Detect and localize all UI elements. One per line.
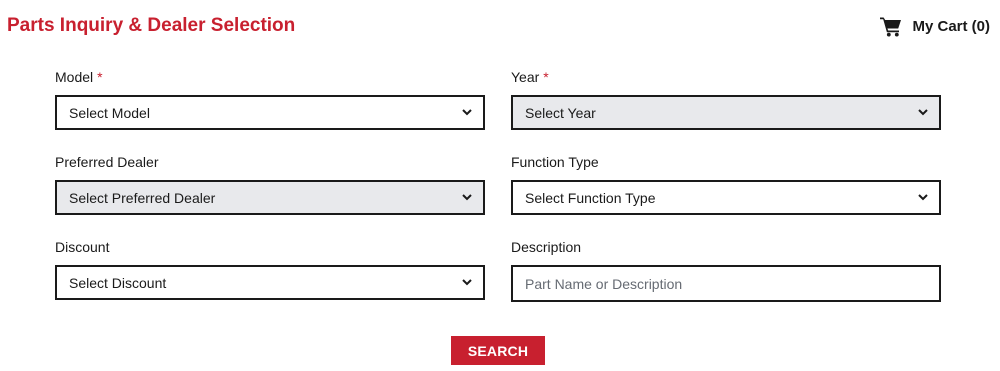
chevron-down-icon xyxy=(462,279,472,286)
search-button[interactable]: SEARCH xyxy=(451,336,545,365)
discount-label: Discount xyxy=(55,239,110,255)
function-type-select[interactable]: Select Function Type xyxy=(511,180,941,215)
function-type-label: Function Type xyxy=(511,154,599,170)
preferred-dealer-select[interactable]: Select Preferred Dealer xyxy=(55,180,485,215)
year-label: Year * xyxy=(511,69,549,85)
chevron-down-icon xyxy=(462,194,472,201)
preferred-dealer-field: Preferred Dealer Select Preferred Dealer xyxy=(55,153,485,215)
preferred-dealer-label: Preferred Dealer xyxy=(55,154,159,170)
year-select-value: Select Year xyxy=(525,104,596,121)
discount-select[interactable]: Select Discount xyxy=(55,265,485,300)
year-select[interactable]: Select Year xyxy=(511,95,941,130)
model-select-value: Select Model xyxy=(69,104,150,121)
description-field: Description xyxy=(511,238,941,302)
year-field: Year * Select Year xyxy=(511,68,941,130)
chevron-down-icon xyxy=(462,109,472,116)
model-label: Model * xyxy=(55,69,103,85)
cart-label: My Cart (0) xyxy=(912,18,990,35)
page-title: Parts Inquiry & Dealer Selection xyxy=(7,15,296,36)
my-cart-link[interactable]: My Cart (0) xyxy=(880,16,990,37)
required-marker: * xyxy=(543,69,549,85)
function-type-select-value: Select Function Type xyxy=(525,189,656,206)
model-select[interactable]: Select Model xyxy=(55,95,485,130)
function-type-field: Function Type Select Function Type xyxy=(511,153,941,215)
chevron-down-icon xyxy=(918,194,928,201)
description-label: Description xyxy=(511,239,582,255)
discount-field: Discount Select Discount xyxy=(55,238,485,300)
model-field: Model * Select Model xyxy=(55,68,485,130)
description-input[interactable] xyxy=(511,265,941,302)
preferred-dealer-select-value: Select Preferred Dealer xyxy=(69,189,216,206)
chevron-down-icon xyxy=(918,109,928,116)
required-marker: * xyxy=(97,69,103,85)
shopping-cart-icon xyxy=(880,16,902,37)
discount-select-value: Select Discount xyxy=(69,274,167,291)
